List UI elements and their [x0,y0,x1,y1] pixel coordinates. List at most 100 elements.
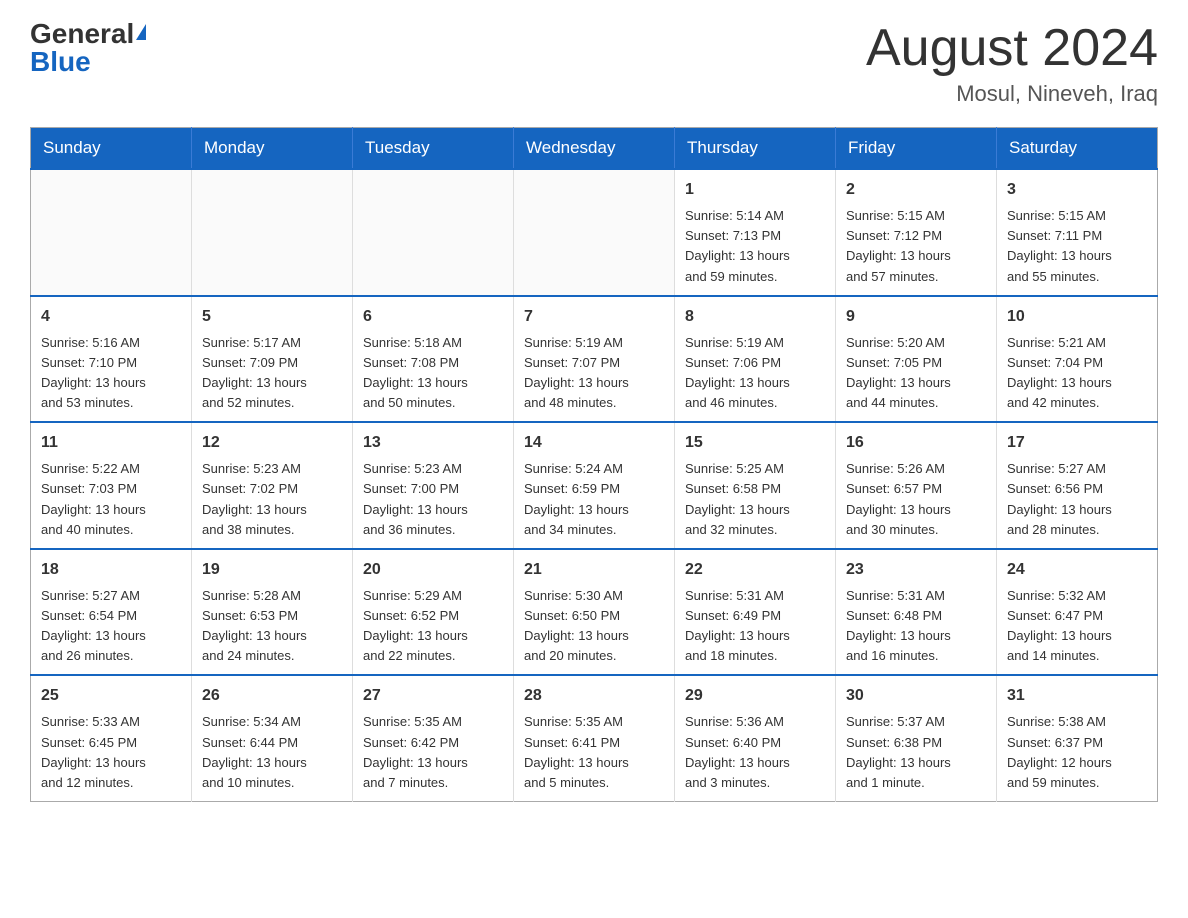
day-number: 27 [363,684,503,708]
day-cell [192,169,353,296]
day-number: 24 [1007,558,1147,582]
day-number: 11 [41,431,181,455]
header-thursday: Thursday [675,128,836,170]
week-row-1: 1Sunrise: 5:14 AMSunset: 7:13 PMDaylight… [31,169,1158,296]
day-info: Sunrise: 5:33 AMSunset: 6:45 PMDaylight:… [41,712,181,793]
header-monday: Monday [192,128,353,170]
day-info: Sunrise: 5:32 AMSunset: 6:47 PMDaylight:… [1007,586,1147,667]
day-number: 21 [524,558,664,582]
day-number: 12 [202,431,342,455]
day-number: 16 [846,431,986,455]
day-info: Sunrise: 5:27 AMSunset: 6:56 PMDaylight:… [1007,459,1147,540]
day-cell: 1Sunrise: 5:14 AMSunset: 7:13 PMDaylight… [675,169,836,296]
day-cell [514,169,675,296]
header-saturday: Saturday [997,128,1158,170]
day-info: Sunrise: 5:27 AMSunset: 6:54 PMDaylight:… [41,586,181,667]
day-cell: 9 Sunrise: 5:20 AMSunset: 7:05 PMDaylight… [836,296,997,423]
day-cell: 29 Sunrise: 5:36 AMSunset: 6:40 PMDayligh… [675,675,836,801]
day-cell: 23 Sunrise: 5:31 AMSunset: 6:48 PMDayligh… [836,549,997,676]
day-cell: 26 Sunrise: 5:34 AMSunset: 6:44 PMDayligh… [192,675,353,801]
day-cell: 20Sunrise: 5:29 AMSunset: 6:52 PMDayligh… [353,549,514,676]
day-info: Sunrise: 5:35 AMSunset: 6:41 PMDaylight:… [524,712,664,793]
title-block: August 2024 Mosul, Nineveh, Iraq [866,20,1158,107]
header-friday: Friday [836,128,997,170]
day-number: 30 [846,684,986,708]
week-row-3: 11 Sunrise: 5:22 AMSunset: 7:03 PMDayligh… [31,422,1158,549]
day-number: 5 [202,305,342,329]
week-row-4: 18 Sunrise: 5:27 AMSunset: 6:54 PMDayligh… [31,549,1158,676]
week-row-5: 25 Sunrise: 5:33 AMSunset: 6:45 PMDayligh… [31,675,1158,801]
day-number: 18 [41,558,181,582]
calendar-subtitle: Mosul, Nineveh, Iraq [866,81,1158,107]
logo-general-text: General [30,20,134,48]
day-cell: 18 Sunrise: 5:27 AMSunset: 6:54 PMDayligh… [31,549,192,676]
day-number: 1 [685,178,825,202]
week-row-2: 4 Sunrise: 5:16 AMSunset: 7:10 PMDaylight… [31,296,1158,423]
day-cell: 17 Sunrise: 5:27 AMSunset: 6:56 PMDayligh… [997,422,1158,549]
day-info: Sunrise: 5:37 AMSunset: 6:38 PMDaylight:… [846,712,986,793]
day-info: Sunrise: 5:18 AMSunset: 7:08 PMDaylight:… [363,333,503,414]
day-number: 25 [41,684,181,708]
day-cell: 16 Sunrise: 5:26 AMSunset: 6:57 PMDayligh… [836,422,997,549]
day-number: 29 [685,684,825,708]
page-header: General Blue August 2024 Mosul, Nineveh,… [30,20,1158,107]
days-header-row: SundayMondayTuesdayWednesdayThursdayFrid… [31,128,1158,170]
day-cell: 24 Sunrise: 5:32 AMSunset: 6:47 PMDayligh… [997,549,1158,676]
calendar-table: SundayMondayTuesdayWednesdayThursdayFrid… [30,127,1158,802]
day-cell: 22 Sunrise: 5:31 AMSunset: 6:49 PMDayligh… [675,549,836,676]
calendar-title: August 2024 [866,20,1158,77]
logo-blue-text: Blue [30,48,91,76]
day-number: 3 [1007,178,1147,202]
day-number: 23 [846,558,986,582]
day-number: 7 [524,305,664,329]
day-number: 20 [363,558,503,582]
day-cell: 6 Sunrise: 5:18 AMSunset: 7:08 PMDaylight… [353,296,514,423]
day-info: Sunrise: 5:36 AMSunset: 6:40 PMDaylight:… [685,712,825,793]
day-cell: 25 Sunrise: 5:33 AMSunset: 6:45 PMDayligh… [31,675,192,801]
day-cell: 27 Sunrise: 5:35 AMSunset: 6:42 PMDayligh… [353,675,514,801]
day-cell: 28Sunrise: 5:35 AMSunset: 6:41 PMDayligh… [514,675,675,801]
day-cell: 12 Sunrise: 5:23 AMSunset: 7:02 PMDayligh… [192,422,353,549]
day-info: Sunrise: 5:15 AMSunset: 7:11 PMDaylight:… [1007,206,1147,287]
day-number: 31 [1007,684,1147,708]
day-number: 6 [363,305,503,329]
day-number: 4 [41,305,181,329]
day-cell: 31 Sunrise: 5:38 AMSunset: 6:37 PMDayligh… [997,675,1158,801]
day-cell: 11 Sunrise: 5:22 AMSunset: 7:03 PMDayligh… [31,422,192,549]
day-cell: 21Sunrise: 5:30 AMSunset: 6:50 PMDayligh… [514,549,675,676]
day-cell [31,169,192,296]
day-number: 26 [202,684,342,708]
day-cell: 10 Sunrise: 5:21 AMSunset: 7:04 PMDayligh… [997,296,1158,423]
day-info: Sunrise: 5:20 AMSunset: 7:05 PMDaylight:… [846,333,986,414]
day-info: Sunrise: 5:34 AMSunset: 6:44 PMDaylight:… [202,712,342,793]
day-cell: 19Sunrise: 5:28 AMSunset: 6:53 PMDayligh… [192,549,353,676]
day-number: 14 [524,431,664,455]
day-info: Sunrise: 5:31 AMSunset: 6:49 PMDaylight:… [685,586,825,667]
day-info: Sunrise: 5:35 AMSunset: 6:42 PMDaylight:… [363,712,503,793]
day-cell: 13Sunrise: 5:23 AMSunset: 7:00 PMDayligh… [353,422,514,549]
day-info: Sunrise: 5:19 AMSunset: 7:06 PMDaylight:… [685,333,825,414]
day-info: Sunrise: 5:23 AMSunset: 7:00 PMDaylight:… [363,459,503,540]
logo: General Blue [30,20,146,76]
day-number: 8 [685,305,825,329]
day-info: Sunrise: 5:25 AMSunset: 6:58 PMDaylight:… [685,459,825,540]
day-info: Sunrise: 5:21 AMSunset: 7:04 PMDaylight:… [1007,333,1147,414]
day-info: Sunrise: 5:24 AMSunset: 6:59 PMDaylight:… [524,459,664,540]
day-number: 15 [685,431,825,455]
day-number: 9 [846,305,986,329]
day-number: 2 [846,178,986,202]
day-cell: 14 Sunrise: 5:24 AMSunset: 6:59 PMDayligh… [514,422,675,549]
day-info: Sunrise: 5:28 AMSunset: 6:53 PMDaylight:… [202,586,342,667]
day-info: Sunrise: 5:23 AMSunset: 7:02 PMDaylight:… [202,459,342,540]
day-info: Sunrise: 5:22 AMSunset: 7:03 PMDaylight:… [41,459,181,540]
day-cell [353,169,514,296]
day-info: Sunrise: 5:17 AMSunset: 7:09 PMDaylight:… [202,333,342,414]
day-number: 17 [1007,431,1147,455]
day-info: Sunrise: 5:16 AMSunset: 7:10 PMDaylight:… [41,333,181,414]
day-info: Sunrise: 5:38 AMSunset: 6:37 PMDaylight:… [1007,712,1147,793]
day-info: Sunrise: 5:26 AMSunset: 6:57 PMDaylight:… [846,459,986,540]
day-cell: 2Sunrise: 5:15 AMSunset: 7:12 PMDaylight… [836,169,997,296]
day-number: 10 [1007,305,1147,329]
day-info: Sunrise: 5:31 AMSunset: 6:48 PMDaylight:… [846,586,986,667]
day-number: 22 [685,558,825,582]
